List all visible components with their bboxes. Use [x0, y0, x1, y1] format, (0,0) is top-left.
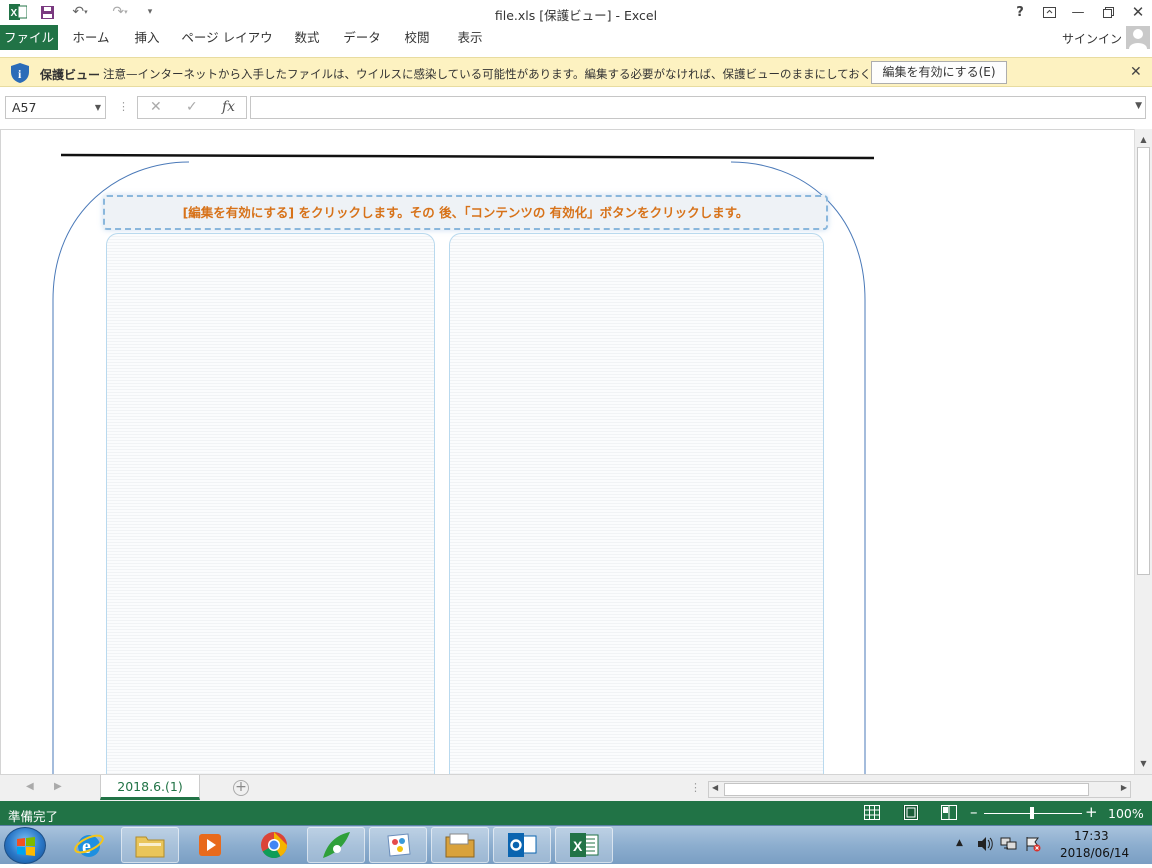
- show-hidden-icons[interactable]: ▲: [956, 838, 963, 848]
- name-box-value: A57: [12, 100, 37, 115]
- protected-view-bar: i 保護ビュー 注意—インターネットから入手したファイルは、ウイルスに感染してい…: [0, 57, 1152, 87]
- network-icon[interactable]: [1000, 836, 1018, 852]
- enter-icon[interactable]: ✓: [186, 99, 198, 115]
- excel-icon[interactable]: X: [555, 827, 613, 863]
- page-break-preview-icon[interactable]: [941, 805, 957, 820]
- right-panel: [449, 233, 824, 774]
- sheet-tabs-bar: ◀ ▶ 2018.6.(1) + ⋮ ◀ ▶: [0, 774, 1152, 801]
- enable-content-banner: [編集を有効にする] をクリックします。その 後、「コンテンツの 有効化」ボタン…: [103, 195, 828, 230]
- enable-editing-button[interactable]: 編集を有効にする(E): [871, 61, 1007, 84]
- previous-sheet-icon[interactable]: ◀: [26, 781, 34, 792]
- normal-view-icon[interactable]: [864, 805, 880, 820]
- start-button[interactable]: [4, 827, 46, 864]
- minimize-button[interactable]: —: [1066, 2, 1090, 22]
- add-sheet-button[interactable]: +: [233, 780, 249, 796]
- outlook-icon[interactable]: [493, 827, 551, 863]
- page-layout-view-icon[interactable]: [903, 805, 919, 820]
- zoom-in-button[interactable]: +: [1085, 803, 1098, 821]
- internet-explorer-icon[interactable]: e: [60, 827, 118, 863]
- shield-icon: i: [10, 62, 30, 84]
- windows-logo-icon: [17, 837, 35, 856]
- vertical-scrollbar[interactable]: ▲ ▼: [1134, 129, 1152, 774]
- close-button[interactable]: ✕: [1126, 2, 1150, 22]
- signin-link[interactable]: サインイン: [1062, 30, 1122, 47]
- insert-function-icon[interactable]: fx: [222, 99, 235, 115]
- horizontal-scroll-thumb[interactable]: [724, 783, 1089, 796]
- worksheet-grid[interactable]: [編集を有効にする] をクリックします。その 後、「コンテンツの 有効化」ボタン…: [0, 129, 1134, 774]
- horizontal-scrollbar[interactable]: ◀ ▶: [708, 781, 1131, 798]
- svg-text:X: X: [573, 838, 583, 854]
- cancel-icon[interactable]: ✕: [150, 99, 162, 115]
- tab-home[interactable]: ホーム: [66, 25, 116, 50]
- volume-icon[interactable]: [976, 836, 994, 852]
- tab-view[interactable]: 表示: [448, 25, 492, 50]
- protected-view-label: 保護ビュー: [40, 68, 101, 82]
- tab-formulas[interactable]: 数式: [285, 25, 329, 50]
- formula-bar: A57 ▼ ⋮ ✕ ✓ fx ▼: [0, 90, 1152, 126]
- taskbar: e X ▲ 17:33 2018/06/14: [0, 825, 1152, 864]
- zoom-level[interactable]: 100%: [1108, 806, 1144, 821]
- chevron-down-icon[interactable]: ▼: [95, 97, 101, 118]
- zoom-slider-thumb[interactable]: [1030, 807, 1034, 819]
- window-title: file.xls [保護ビュー] - Excel: [494, 8, 658, 23]
- file-explorer-icon[interactable]: [121, 827, 179, 863]
- paint-icon[interactable]: [369, 827, 427, 863]
- restore-button[interactable]: [1096, 2, 1120, 22]
- media-player-icon[interactable]: [182, 827, 240, 863]
- scroll-right-icon[interactable]: ▶: [1121, 783, 1127, 792]
- tab-review[interactable]: 校閲: [395, 25, 439, 50]
- protected-view-message: 注意—インターネットから入手したファイルは、ウイルスに感染している可能性がありま…: [103, 67, 986, 81]
- splitter-handle[interactable]: ⋮: [118, 100, 129, 113]
- tab-file[interactable]: ファイル: [0, 25, 58, 50]
- title-bar: X ↶ ▾ ↷ ▾ ▾ file.xls [保護ビュー] - Excel ? — ✕: [0, 0, 1152, 25]
- tab-data[interactable]: データ: [338, 25, 386, 50]
- avatar[interactable]: [1126, 26, 1150, 49]
- close-message-bar-icon[interactable]: ✕: [1130, 64, 1142, 80]
- scroll-left-icon[interactable]: ◀: [712, 783, 718, 792]
- clock-date[interactable]: 2018/06/14: [1060, 846, 1129, 860]
- sheet-tab[interactable]: 2018.6.(1): [100, 775, 200, 800]
- tab-page-layout[interactable]: ページ レイアウト: [180, 25, 274, 70]
- next-sheet-icon[interactable]: ▶: [54, 781, 62, 792]
- zoom-out-button[interactable]: –: [970, 803, 978, 821]
- left-panel: [106, 233, 435, 774]
- ribbon-tabs: ファイル ホーム 挿入 ページ レイアウト 数式 データ 校閲 表示 サインイン: [0, 25, 1152, 70]
- formula-buttons: ✕ ✓ fx: [137, 96, 247, 119]
- app-icon[interactable]: [307, 827, 365, 863]
- status-bar: 準備完了 – + 100%: [0, 801, 1152, 825]
- vertical-scroll-thumb[interactable]: [1137, 147, 1150, 575]
- status-text: 準備完了: [8, 809, 59, 824]
- scroll-down-icon[interactable]: ▼: [1135, 755, 1152, 772]
- formula-input[interactable]: ▼: [250, 96, 1146, 119]
- clock-time[interactable]: 17:33: [1074, 829, 1109, 843]
- action-center-icon[interactable]: [1024, 836, 1042, 852]
- chrome-icon[interactable]: [245, 827, 303, 863]
- help-button[interactable]: ?: [1008, 2, 1032, 22]
- ribbon-display-options-icon[interactable]: [1037, 2, 1061, 22]
- folder-icon[interactable]: [431, 827, 489, 863]
- tab-insert[interactable]: 挿入: [125, 25, 169, 50]
- scroll-up-icon[interactable]: ▲: [1135, 131, 1152, 148]
- name-box[interactable]: A57 ▼: [5, 96, 106, 119]
- expand-formula-bar-icon[interactable]: ▼: [1135, 101, 1142, 111]
- tab-splitter-handle[interactable]: ⋮: [690, 781, 701, 794]
